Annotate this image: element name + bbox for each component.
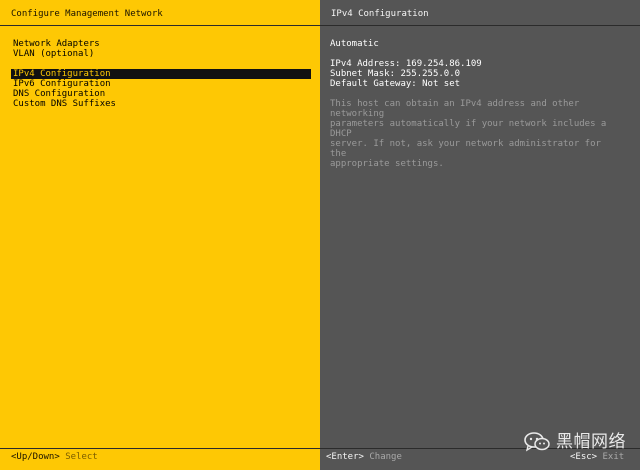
change-action: Change bbox=[369, 452, 402, 462]
ipv4-description: This host can obtain an IPv4 address and… bbox=[330, 99, 607, 169]
right-title: IPv4 Configuration bbox=[331, 9, 429, 19]
select-hint: <Up/Down> Select bbox=[11, 452, 98, 462]
left-title: Configure Management Network bbox=[11, 9, 163, 19]
up-down-key: <Up/Down> bbox=[11, 452, 60, 462]
right-title-bar: IPv4 Configuration bbox=[320, 0, 640, 26]
watermark: 黑帽网络 bbox=[524, 430, 626, 454]
watermark-text: 黑帽网络 bbox=[556, 432, 626, 452]
menu-item-network-adapters[interactable]: Network Adapters bbox=[11, 39, 311, 49]
left-title-bar: Configure Management Network bbox=[0, 0, 320, 26]
menu-item-dns-configuration[interactable]: DNS Configuration bbox=[11, 89, 311, 99]
menu-item-vlan[interactable]: VLAN (optional) bbox=[11, 49, 311, 59]
menu-group-adapters: Network Adapters VLAN (optional) bbox=[11, 39, 311, 59]
ipv4-address: IPv4 Address: 169.254.86.109 bbox=[330, 59, 482, 69]
menu-item-ipv4-configuration[interactable]: IPv4 Configuration bbox=[11, 69, 311, 79]
default-gateway: Default Gateway: Not set bbox=[330, 79, 461, 89]
left-footer: <Up/Down> Select bbox=[0, 448, 320, 464]
menu-item-custom-dns-suffixes[interactable]: Custom DNS Suffixes bbox=[11, 99, 311, 109]
subnet-mask: Subnet Mask: 255.255.0.0 bbox=[330, 69, 461, 79]
menu-item-ipv6-configuration[interactable]: IPv6 Configuration bbox=[11, 79, 311, 89]
enter-key: <Enter> bbox=[326, 452, 364, 462]
change-hint[interactable]: <Enter> Change bbox=[326, 452, 402, 462]
select-action: Select bbox=[65, 452, 98, 462]
wechat-icon bbox=[524, 432, 550, 452]
menu-group-config: IPv4 Configuration IPv6 Configuration DN… bbox=[11, 69, 311, 109]
ipv4-mode: Automatic bbox=[330, 39, 379, 49]
